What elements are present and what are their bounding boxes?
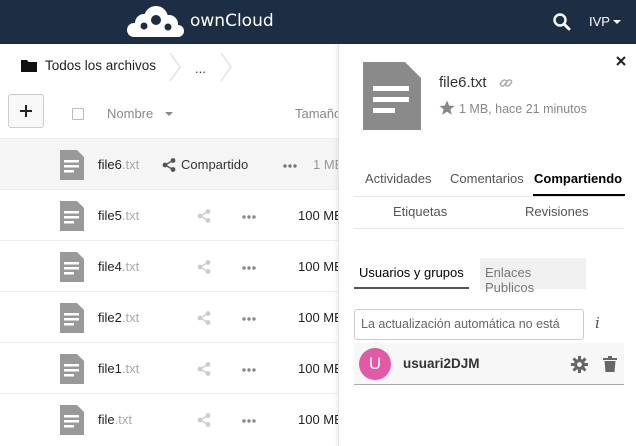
sort-caret-icon[interactable] — [165, 112, 173, 116]
file-name[interactable]: file5.txt — [98, 208, 139, 223]
text-file-icon — [60, 252, 84, 282]
file-row[interactable]: file.txt 100 MB — [0, 393, 343, 444]
more-options-icon[interactable] — [242, 215, 256, 219]
file-thumbnail-icon — [363, 62, 421, 130]
file-name[interactable]: file2.txt — [98, 310, 139, 325]
select-all-checkbox[interactable] — [72, 108, 84, 120]
more-options-icon[interactable] — [283, 164, 297, 168]
more-options-icon[interactable] — [242, 419, 256, 423]
tab-activities[interactable]: Actividades — [365, 171, 431, 186]
more-options-icon[interactable] — [242, 317, 256, 321]
tab-comments[interactable]: Comentarios — [450, 171, 524, 186]
share-icon[interactable] — [162, 158, 176, 172]
breadcrumb-root[interactable]: Todos los archivos — [45, 58, 156, 73]
star-icon[interactable] — [439, 100, 455, 116]
text-file-icon — [60, 405, 84, 435]
sharee-name: usuari2DJM — [403, 356, 480, 371]
more-options-icon[interactable] — [242, 368, 256, 372]
file-name[interactable]: file.txt — [98, 412, 132, 427]
trash-icon[interactable] — [603, 356, 617, 372]
tab-versions[interactable]: Revisiones — [525, 204, 589, 219]
text-file-icon — [60, 201, 84, 231]
sidebar-filename: file6.txt — [439, 74, 487, 91]
file-size: 100 MB — [298, 259, 343, 274]
text-file-icon — [60, 150, 84, 180]
details-sidebar: file6.txt 1 MB, hace 21 minutos Activida… — [338, 44, 636, 446]
file-row[interactable]: file2.txt 100 MB — [0, 291, 343, 342]
column-header-name[interactable]: Nombre — [107, 106, 153, 121]
breadcrumb-separator-icon — [169, 52, 181, 82]
share-icon[interactable] — [197, 260, 211, 274]
text-file-icon — [60, 354, 84, 384]
breadcrumb-ellipsis[interactable]: ... — [195, 61, 206, 76]
shared-label[interactable]: Compartido — [181, 157, 248, 172]
user-menu-label[interactable]: IVP — [589, 14, 610, 29]
link-icon[interactable] — [499, 76, 513, 90]
file-row[interactable]: file5.txt 100 MB — [0, 189, 343, 240]
tab-tags[interactable]: Etiquetas — [393, 204, 447, 219]
file-size: 100 MB — [298, 310, 343, 325]
file-size: 100 MB — [298, 412, 343, 427]
divider — [354, 196, 624, 197]
file-name[interactable]: file4.txt — [98, 259, 139, 274]
owncloud-logo-icon[interactable] — [124, 4, 186, 40]
text-file-icon — [60, 303, 84, 333]
file-size: 100 MB — [298, 361, 343, 376]
close-icon[interactable] — [616, 56, 626, 66]
file-meta: 1 MB, hace 21 minutos — [459, 102, 587, 116]
share-icon[interactable] — [197, 209, 211, 223]
file-name[interactable]: file6.txt — [98, 157, 139, 172]
app-title: ownCloud — [190, 11, 274, 31]
info-icon[interactable]: i — [595, 314, 600, 332]
sharee-row: U usuari2DJM — [354, 343, 624, 385]
subtab-public-links[interactable]: Enlaces Publicos — [480, 258, 586, 295]
share-with-input[interactable]: La actualización automática no está — [354, 309, 584, 340]
file-row[interactable]: file4.txt 100 MB — [0, 240, 343, 291]
folder-icon[interactable] — [21, 59, 37, 72]
file-row[interactable]: file1.txt 100 MB — [0, 342, 343, 393]
share-icon[interactable] — [197, 413, 211, 427]
file-name[interactable]: file1.txt — [98, 361, 139, 376]
chevron-down-icon[interactable] — [613, 20, 621, 24]
tab-sharing[interactable]: Compartiendo — [534, 171, 622, 186]
share-icon[interactable] — [197, 311, 211, 325]
more-options-icon[interactable] — [242, 266, 256, 270]
new-file-button[interactable] — [8, 94, 44, 128]
top-bar: ownCloud IVP — [0, 0, 636, 44]
gear-icon[interactable] — [571, 356, 588, 373]
subtab-users-groups[interactable]: Usuarios y grupos — [354, 258, 469, 289]
column-header-size[interactable]: Tamaño — [295, 106, 341, 121]
share-icon[interactable] — [197, 362, 211, 376]
avatar: U — [359, 348, 391, 380]
divider — [354, 228, 624, 229]
file-row[interactable]: file6.txt Compartido 1 MB — [0, 138, 343, 189]
search-icon[interactable] — [552, 12, 572, 32]
breadcrumb-separator-icon — [220, 52, 232, 82]
file-size: 100 MB — [298, 208, 343, 223]
